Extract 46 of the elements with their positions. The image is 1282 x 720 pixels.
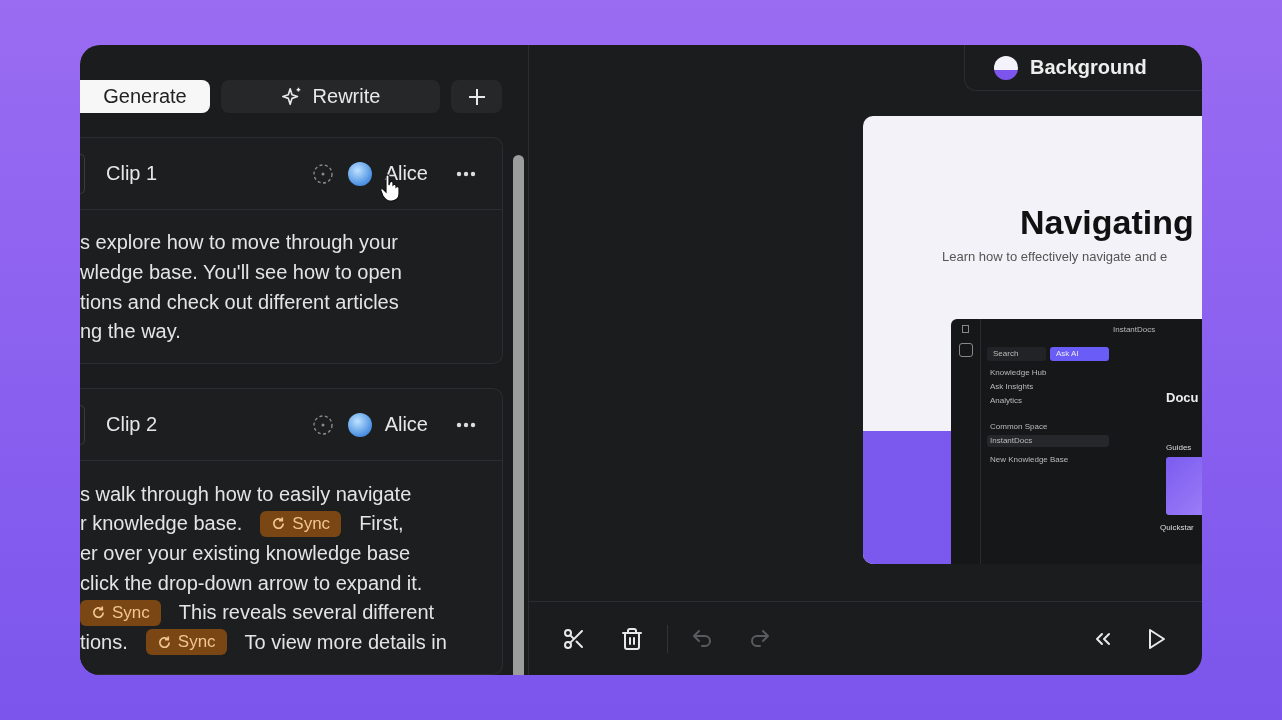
scrollbar-thumb[interactable] [513, 155, 524, 675]
guide-title: Quickstar [1160, 523, 1195, 533]
script-text: click the drop-down arrow to expand it. [80, 571, 423, 595]
script-text: s walk through how to easily navigate [80, 482, 412, 506]
generate-button[interactable]: Generate [80, 80, 210, 114]
voice-avatar [347, 412, 372, 437]
knowledge-base-item: Common Space [989, 421, 1049, 433]
new-base-item: New Knowledge Base [989, 454, 1070, 466]
add-button[interactable] [451, 80, 502, 114]
plus-icon [466, 86, 487, 107]
breadcrumb: InstantDocs [1113, 325, 1157, 335]
script-text: ng the way. [80, 320, 181, 344]
slide-subtitle: Learn how to effectively navigate and e [942, 249, 1169, 264]
clip-title: Clip 2 [106, 413, 159, 437]
refresh-icon [91, 605, 106, 621]
sync-tag[interactable]: Sync [145, 629, 227, 656]
panel-icon [962, 325, 969, 333]
voice-avatar [347, 161, 372, 186]
script-text: This reveals several different [178, 601, 435, 625]
more-icon[interactable] [456, 170, 476, 177]
clip-title: Clip 1 [106, 162, 159, 186]
guide-thumbnail [1166, 457, 1202, 515]
page-heading: Docu [1166, 393, 1200, 403]
script-text: r knowledge base. [80, 512, 243, 536]
background-swatch-icon [994, 55, 1018, 80]
script-text: First, [359, 512, 404, 536]
dashed-circle-icon[interactable] [311, 413, 334, 436]
rewrite-button[interactable]: Rewrite [221, 80, 440, 114]
script-text: s explore how to move through your [80, 231, 398, 255]
refresh-icon [271, 516, 287, 532]
voice-name[interactable]: Alice [384, 413, 428, 437]
script-text: tions. [80, 630, 128, 654]
more-icon[interactable] [456, 421, 476, 428]
script-text: er over your existing knowledge base [80, 541, 411, 565]
script-text: tions and check out different articles [80, 290, 399, 314]
slide-title: Navigating [1020, 203, 1195, 242]
sync-tag[interactable]: Sync [80, 599, 161, 626]
knowledge-base-item: InstantDocs [987, 435, 1109, 447]
script-text: To view more details in [244, 630, 447, 654]
sync-tag[interactable]: Sync [260, 510, 342, 537]
refresh-icon [156, 634, 172, 650]
section-label: Guides [1166, 443, 1193, 453]
background-chip[interactable]: Background [964, 45, 1202, 91]
sparkle-icon [280, 85, 303, 108]
script-text: wledge base. You'll see how to open [80, 260, 402, 284]
dashed-circle-icon[interactable] [311, 162, 334, 185]
